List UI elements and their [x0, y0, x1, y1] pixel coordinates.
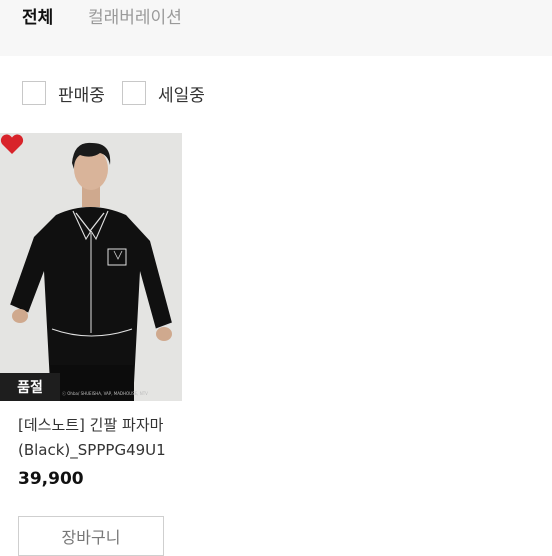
product-card[interactable]: ⓒ Ohba/ SHUEISHA, VAP, MADHOUSE, NTV 품절 …: [0, 133, 182, 489]
heart-icon[interactable]: [0, 133, 24, 155]
tab-all[interactable]: 전체: [22, 6, 53, 30]
filter-discounted[interactable]: 세일중: [122, 78, 205, 108]
product-title-line: (Black)_SPPPG49U1: [18, 441, 166, 459]
image-copyright-watermark: ⓒ Ohba/ SHUEISHA, VAP, MADHOUSE, NTV: [62, 391, 148, 396]
category-tab-bar: 전체 컬래버레이션: [0, 0, 552, 56]
product-image[interactable]: ⓒ Ohba/ SHUEISHA, VAP, MADHOUSE, NTV 품절: [0, 133, 182, 401]
filter-label: 세일중: [158, 85, 205, 106]
on-sale-now-checkbox[interactable]: [22, 81, 46, 105]
filter-on-sale-now[interactable]: 판매중: [22, 78, 105, 108]
add-to-cart-button[interactable]: 장바구니: [18, 516, 164, 556]
sold-out-badge: 품절: [0, 373, 60, 401]
product-title[interactable]: [데스노트] 긴팔 파자마 (Black)_SPPPG49U1: [18, 413, 182, 463]
product-price: 39,900: [18, 469, 84, 489]
tab-collaboration[interactable]: 컬래버레이션: [88, 6, 182, 30]
product-title-line: [데스노트] 긴팔 파자마: [18, 416, 164, 434]
discounted-checkbox[interactable]: [122, 81, 146, 105]
filter-bar: 판매중 세일중: [0, 78, 552, 108]
pajama-model-photo: [0, 133, 182, 401]
filter-label: 판매중: [58, 85, 105, 106]
